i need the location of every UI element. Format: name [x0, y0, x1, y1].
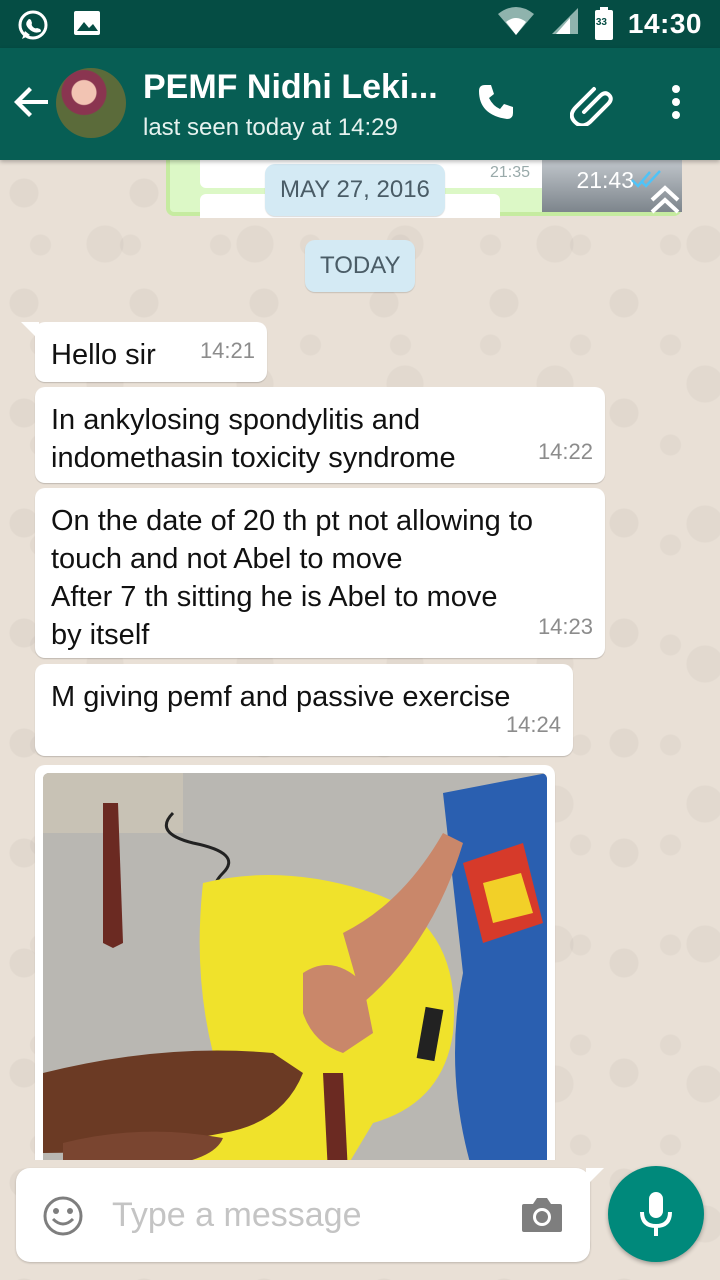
date-divider-today: TODAY [305, 240, 416, 292]
incoming-message[interactable]: In ankylosing spondylitis and indomethas… [35, 387, 605, 483]
status-bar: 33 14:30 [0, 0, 720, 48]
wifi-icon [496, 6, 536, 41]
back-arrow-icon[interactable] [14, 84, 50, 125]
contact-avatar[interactable] [56, 68, 126, 138]
voice-call-icon[interactable] [476, 82, 516, 127]
inner-message-time: 21:35 [490, 164, 531, 181]
battery-icon: 33 [594, 6, 614, 41]
emoji-icon[interactable] [42, 1195, 84, 1242]
chat-header: PEMF Nidhi Leki... last seen today at 14… [0, 48, 720, 160]
battery-level: 33 [595, 16, 607, 28]
message-time: 14:21 [199, 338, 255, 363]
signal-icon [550, 6, 580, 41]
clock: 14:30 [627, 7, 702, 39]
incoming-image-message[interactable] [35, 765, 555, 1160]
incoming-message[interactable]: M giving pemf and passive exercise 14:24 [35, 664, 573, 756]
date-divider: MAY 27, 2016 [265, 164, 445, 216]
camera-icon[interactable] [520, 1196, 564, 1239]
image-notification-icon [72, 8, 102, 47]
message-time: 21:43 [576, 167, 634, 193]
attach-icon[interactable] [569, 82, 614, 131]
message-list[interactable]: 21:35 21:43 MAY 27, 2016 TODAY Hello sir… [0, 160, 720, 1160]
voice-record-button[interactable] [608, 1166, 704, 1262]
message-input[interactable]: Type a message [112, 1196, 361, 1235]
message-text: In ankylosing spondylitis and indomethas… [51, 404, 456, 474]
message-time: 14:23 [537, 614, 593, 639]
message-text: On the date of 20 th pt not allowing to … [51, 505, 534, 651]
incoming-message[interactable]: On the date of 20 th pt not allowing to … [35, 488, 605, 658]
shared-photo[interactable] [43, 773, 547, 1160]
incoming-message[interactable]: Hello sir 14:21 [21, 322, 267, 382]
message-time: 14:24 [505, 712, 561, 737]
message-text: M giving pemf and passive exercise [51, 681, 511, 713]
bubble-tail [21, 322, 39, 340]
whatsapp-notification-icon [16, 8, 50, 47]
message-time: 14:22 [537, 439, 593, 464]
composer-tail [586, 1168, 604, 1186]
scroll-up-icon[interactable] [648, 184, 682, 219]
microphone-icon [640, 1192, 672, 1236]
message-composer[interactable]: Type a message [16, 1168, 604, 1262]
last-seen-status: last seen today at 14:29 [143, 114, 398, 141]
more-options-icon[interactable] [670, 84, 682, 125]
contact-name[interactable]: PEMF Nidhi Leki... [143, 68, 438, 107]
